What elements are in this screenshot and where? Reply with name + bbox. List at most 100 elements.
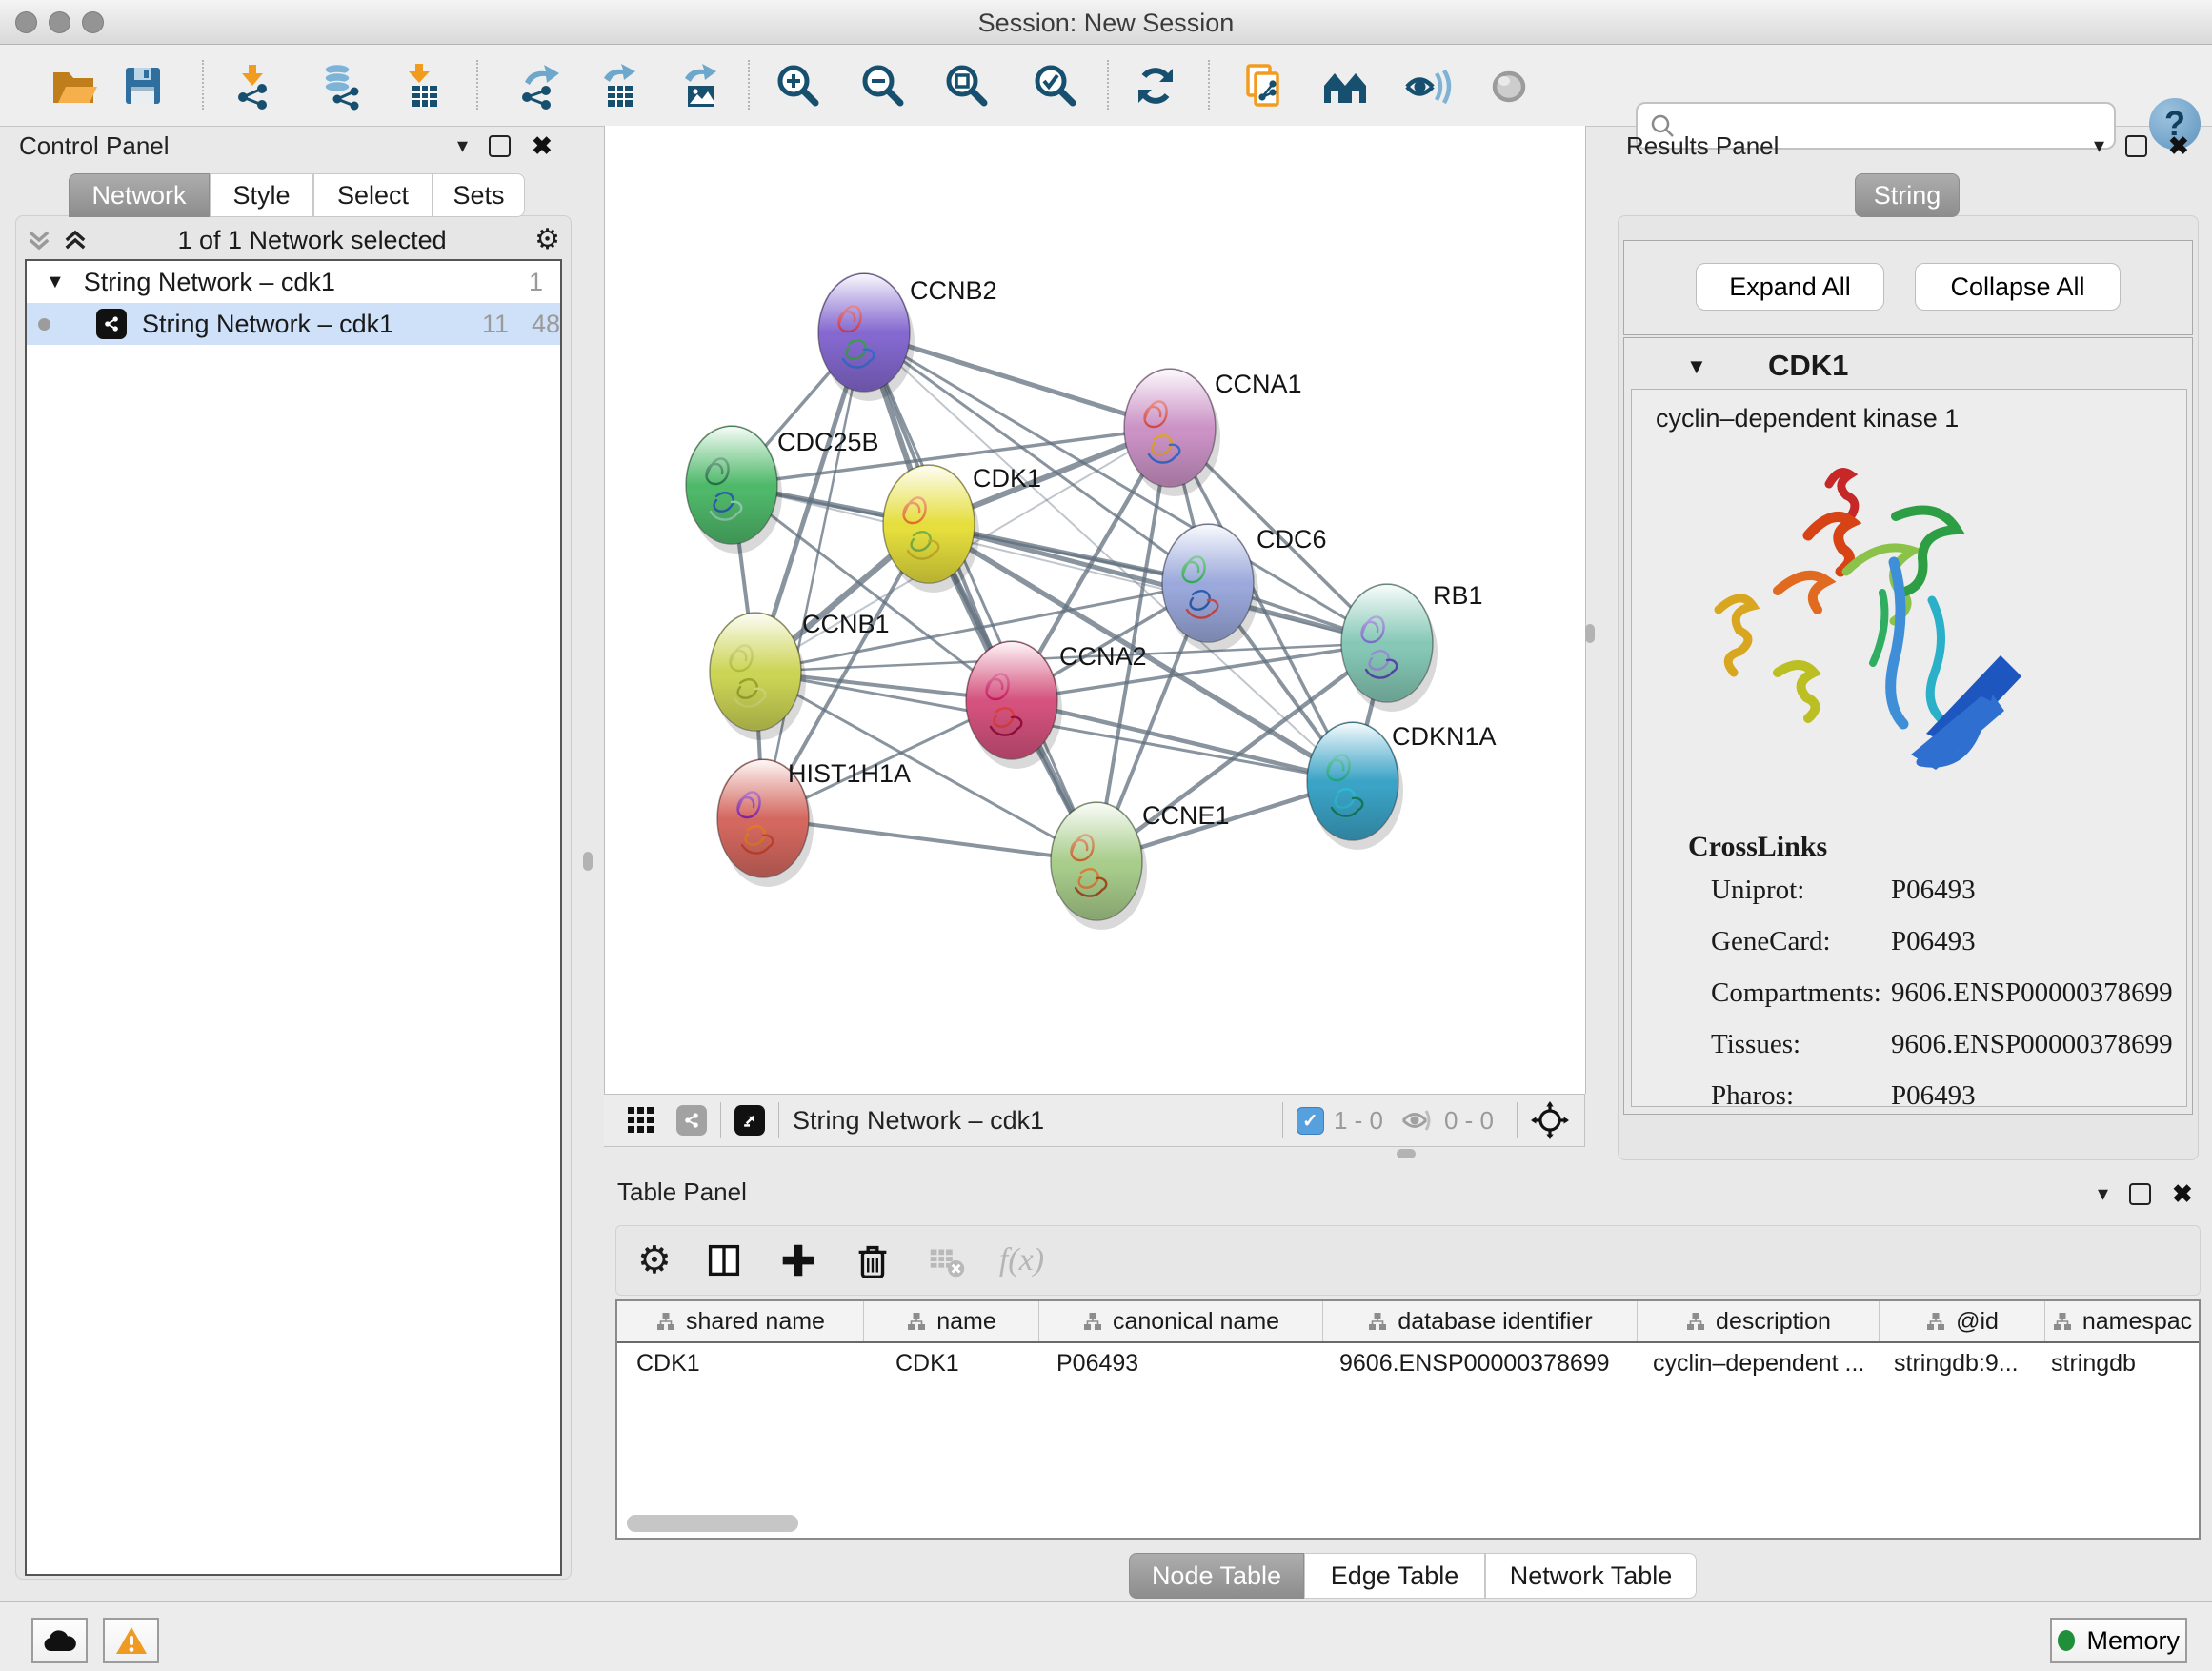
collapse-all-button[interactable]: Collapse All [1915, 263, 2121, 311]
first-neighbors-button[interactable] [1318, 59, 1372, 112]
tab-edge-table[interactable]: Edge Table [1304, 1553, 1485, 1599]
node-label: CDKN1A [1392, 722, 1497, 751]
column-header-namespace[interactable]: namespac [2044, 1301, 2199, 1341]
tab-string[interactable]: String [1855, 173, 1960, 217]
scrollbar-thumb[interactable] [627, 1515, 798, 1532]
memory-button[interactable]: Memory [2050, 1618, 2187, 1663]
cell-shared-name[interactable]: CDK1 [617, 1343, 863, 1383]
tab-style[interactable]: Style [210, 173, 313, 217]
collection-expander-icon[interactable]: ▼ [46, 272, 65, 293]
import-network-database-button[interactable] [314, 59, 368, 112]
protein-structure-image [1686, 448, 2048, 815]
tab-network-table[interactable]: Network Table [1485, 1553, 1697, 1599]
zoom-fit-button[interactable] [940, 59, 994, 112]
crosslink-uniprot-link[interactable]: P06493 [1891, 875, 1976, 906]
node-table: shared name name canonical name database… [615, 1299, 2201, 1540]
toolbar-separator [748, 60, 750, 110]
crosslink-compartments-link[interactable]: 9606.ENSP00000378699 [1891, 977, 2173, 1009]
network-canvas-container: CCNB2CCNA1CDC25BCDK1CDC6RB1CCNB1CCNA2CDK… [604, 126, 1586, 1094]
cell-description[interactable]: cyclin–dependent ... [1634, 1343, 1875, 1383]
crosslink-pharos-link[interactable]: P06493 [1891, 1080, 1976, 1112]
table-header-row: shared name name canonical name database… [617, 1301, 2199, 1343]
warning-status-button[interactable] [103, 1618, 159, 1663]
zoom-out-button[interactable] [856, 59, 910, 112]
expand-all-button[interactable]: Expand All [1696, 263, 1884, 311]
zoom-selected-button[interactable] [1029, 59, 1082, 112]
birdseye-view-icon[interactable] [734, 1105, 765, 1136]
hidden-count: 0 - 0 [1444, 1106, 1494, 1136]
column-header-shared-name[interactable]: shared name [617, 1301, 863, 1341]
tab-network[interactable]: Network [69, 173, 210, 217]
network-options-gear-icon[interactable]: ⚙ [534, 226, 560, 254]
tab-select[interactable]: Select [313, 173, 432, 217]
hide-selected-button[interactable] [1400, 59, 1454, 112]
node-label: CDC25B [777, 428, 879, 456]
expand-all-icon[interactable] [61, 226, 90, 254]
close-panel-icon[interactable]: ✖ [2168, 137, 2189, 155]
cytoscape-window: Session: New Session [0, 0, 2212, 1671]
cell-namespace[interactable]: stringdb [2040, 1343, 2199, 1383]
float-panel-icon[interactable] [2129, 1183, 2151, 1205]
column-header-canonical-name[interactable]: canonical name [1038, 1301, 1322, 1341]
table-tabs: Node Table Edge Table Network Table [1129, 1553, 1697, 1599]
zoom-in-button[interactable] [772, 59, 825, 112]
collection-label: String Network – cdk1 [84, 268, 335, 297]
delete-column-button[interactable] [851, 1238, 895, 1282]
close-panel-icon[interactable]: ✖ [532, 137, 553, 155]
import-table-button[interactable] [394, 59, 448, 112]
cell-id[interactable]: stringdb:9... [1875, 1343, 2040, 1383]
table-panel-controls: ▾ ✖ [2098, 1181, 2193, 1206]
node-label: CCNA2 [1059, 642, 1147, 671]
open-session-button[interactable] [47, 59, 100, 112]
toolbar-separator [202, 60, 204, 110]
selected-items-checkbox[interactable]: ✓ [1297, 1107, 1324, 1135]
collapse-all-icon[interactable] [25, 226, 53, 254]
crosslink-genecard-link[interactable]: P06493 [1891, 926, 1976, 957]
horizontal-splitter-handle[interactable] [1397, 1149, 1416, 1158]
tab-node-table[interactable]: Node Table [1129, 1553, 1304, 1599]
export-table-button[interactable] [593, 59, 646, 112]
column-header-description[interactable]: description [1637, 1301, 1879, 1341]
network-type-chip-icon[interactable] [676, 1105, 707, 1136]
float-panel-icon[interactable] [489, 135, 511, 157]
delete-table-button-disabled [925, 1238, 969, 1282]
show-all-button[interactable] [1482, 59, 1536, 112]
panel-menu-icon[interactable]: ▾ [2098, 1181, 2108, 1206]
network-label: String Network – cdk1 [142, 310, 393, 339]
cell-name[interactable]: CDK1 [863, 1343, 1037, 1383]
right-splitter-handle[interactable] [1585, 624, 1595, 643]
column-type-icon [1367, 1311, 1388, 1332]
fit-selected-crosshair-icon[interactable] [1531, 1101, 1569, 1139]
float-panel-icon[interactable] [2125, 135, 2147, 157]
tab-sets[interactable]: Sets [432, 173, 525, 217]
network-canvas[interactable]: CCNB2CCNA1CDC25BCDK1CDC6RB1CCNB1CCNA2CDK… [605, 126, 1585, 1094]
gene-expander-icon[interactable]: ▼ [1686, 354, 1707, 379]
column-header-name[interactable]: name [863, 1301, 1038, 1341]
close-panel-icon[interactable]: ✖ [2172, 1185, 2193, 1203]
panel-menu-icon[interactable]: ▾ [457, 133, 468, 158]
cell-database-identifier[interactable]: 9606.ENSP00000378699 [1320, 1343, 1634, 1383]
column-header-id[interactable]: @id [1879, 1301, 2044, 1341]
add-column-button[interactable] [776, 1238, 820, 1282]
export-image-button[interactable] [674, 59, 727, 112]
crosslink-label: Pharos: [1711, 1080, 1794, 1112]
node-count: 11 [482, 310, 509, 339]
import-network-file-button[interactable] [226, 59, 279, 112]
cell-canonical-name[interactable]: P06493 [1037, 1343, 1320, 1383]
grid-view-icon[interactable] [627, 1106, 655, 1135]
network-row[interactable]: String Network – cdk1 11 48 [27, 303, 560, 345]
network-collection-row[interactable]: ▼ String Network – cdk1 1 [27, 261, 560, 303]
cloud-status-button[interactable] [31, 1618, 88, 1663]
panel-menu-icon[interactable]: ▾ [2094, 133, 2104, 158]
table-options-gear-icon[interactable]: ⚙ [637, 1241, 672, 1279]
crosslink-label: GeneCard: [1711, 926, 1831, 957]
save-session-button[interactable] [116, 59, 170, 112]
duplicate-documents-button[interactable] [1237, 59, 1291, 112]
export-network-button[interactable] [512, 59, 565, 112]
control-panel-tabs: Network Style Select Sets [69, 173, 525, 217]
left-splitter-handle[interactable] [583, 852, 593, 871]
refresh-layout-button[interactable] [1129, 59, 1182, 112]
crosslink-tissues-link[interactable]: 9606.ENSP00000378699 [1891, 1029, 2173, 1060]
show-columns-button[interactable] [702, 1238, 746, 1282]
column-header-database-identifier[interactable]: database identifier [1322, 1301, 1637, 1341]
